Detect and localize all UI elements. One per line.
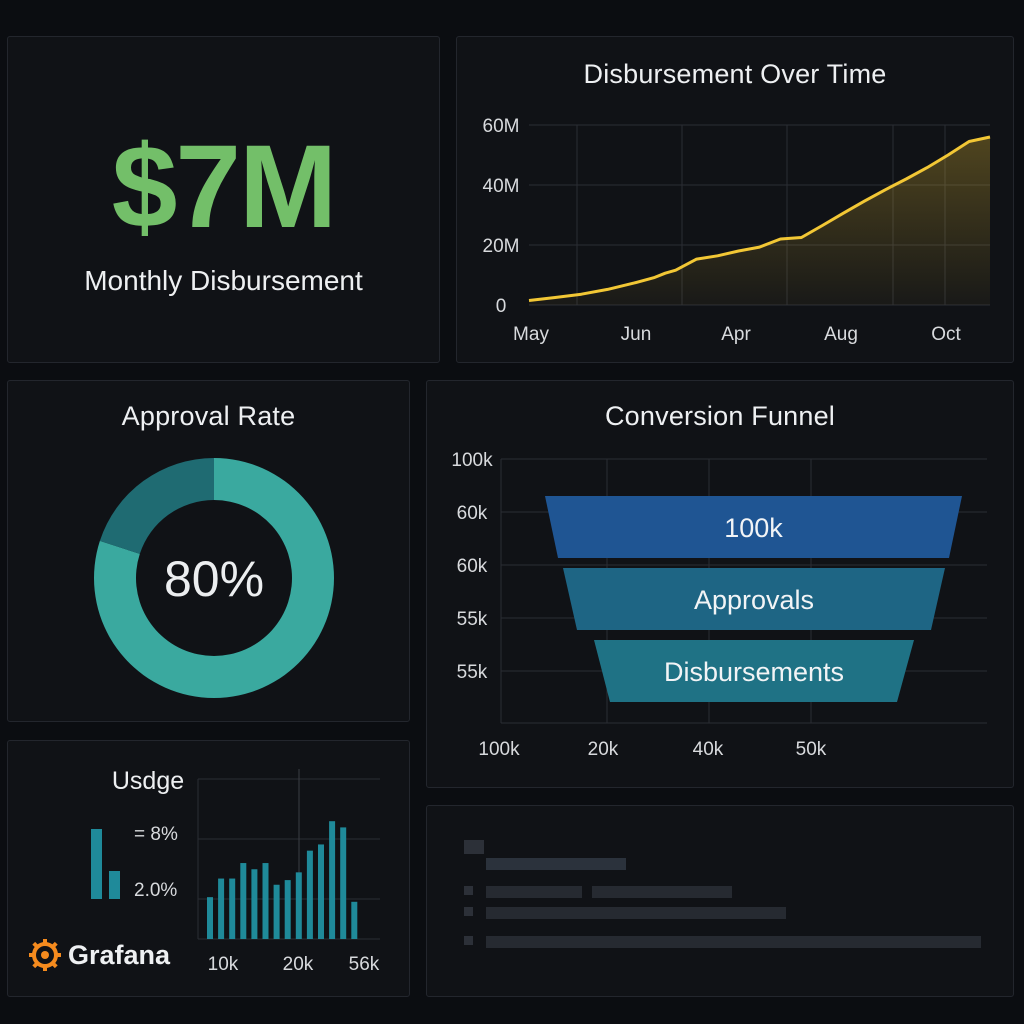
x-tick-label: 40k (693, 739, 724, 760)
funnel-stage-label: Approvals (694, 585, 814, 615)
approval-rate-panel[interactable]: Approval Rate 80% (7, 380, 410, 722)
logs-panel[interactable] (426, 805, 1014, 997)
y-tick-label: 100k (451, 450, 493, 471)
usage-bar (351, 901, 358, 939)
mini-bar (91, 829, 102, 899)
usage-bar (329, 821, 336, 939)
grafana-logo-icon (29, 939, 61, 971)
log-line-bar (592, 886, 732, 898)
logs-list (464, 840, 981, 948)
usage-bar (262, 863, 269, 939)
y-tick-label: 40M (483, 176, 520, 197)
funnel-stage-label: Disbursements (664, 657, 844, 687)
x-tick-label: 56k (349, 954, 380, 975)
usage-bar (306, 850, 313, 939)
x-tick-label: Apr (721, 324, 751, 345)
legend-value: 2.0% (134, 880, 177, 901)
x-tick-label: May (513, 324, 549, 345)
stat-panel[interactable]: $7M Monthly Disbursement (7, 36, 440, 363)
y-tick-label: 60M (483, 116, 520, 137)
y-tick-label: 60k (457, 556, 488, 577)
x-tick-label: 10k (208, 954, 239, 975)
grafana-brand[interactable]: Grafana (28, 938, 170, 972)
log-line-bar (486, 936, 981, 948)
stat-label: Monthly Disbursement (84, 265, 363, 296)
donut-slice (99, 458, 214, 554)
mini-bar (109, 871, 120, 899)
y-tick-label: 60k (457, 503, 488, 524)
usage-bar (251, 869, 258, 939)
panel-title: Usdge (112, 767, 184, 795)
log-bullet (464, 907, 473, 916)
log-bullet (464, 840, 484, 854)
donut-chart: 80% (94, 458, 335, 698)
y-tick-label: 55k (457, 662, 488, 683)
log-line-bar (486, 886, 582, 898)
approval-value: 80% (164, 551, 264, 607)
usage-bar (273, 884, 280, 939)
usage-bar (218, 878, 225, 939)
disbursement-over-time-panel[interactable]: Disbursement Over Time 0 20M 40M 60M May Jun A… (456, 36, 1014, 363)
stat-value: $7M (111, 121, 338, 253)
log-bullet (464, 886, 473, 895)
legend-value: = 8% (134, 824, 178, 845)
y-tick-label: 55k (457, 609, 488, 630)
funnel-stage-label: 100k (724, 513, 783, 543)
usage-bar (207, 897, 213, 939)
x-tick-label: 100k (478, 739, 520, 760)
usage-bar (229, 878, 236, 939)
x-tick-label: Aug (824, 324, 858, 345)
x-tick-label: 50k (796, 739, 827, 760)
usage-bar (295, 872, 302, 939)
x-tick-label: 20k (283, 954, 314, 975)
usage-bar (340, 827, 347, 939)
log-line-bar (486, 858, 626, 870)
conversion-funnel-panel[interactable]: Conversion Funnel 100k 60k 60k 55k 55k 100k 20… (426, 380, 1014, 788)
x-tick-label: 20k (588, 739, 619, 760)
usage-bar (318, 844, 324, 939)
x-tick-label: Jun (621, 324, 652, 345)
usage-bar (240, 863, 247, 939)
line-chart: 0 20M 40M 60M May Jun Apr Aug Oct (483, 116, 991, 345)
y-tick-label: 0 (496, 296, 507, 317)
funnel-chart: 100k 60k 60k 55k 55k 100k 20k 40k 50k 100k Approva… (451, 450, 987, 760)
brand-name: Grafana (68, 939, 171, 970)
area-fill (529, 137, 990, 305)
usage-bar (284, 880, 291, 939)
log-bullet (464, 936, 473, 945)
log-line-bar (486, 907, 786, 919)
y-tick-label: 20M (483, 236, 520, 257)
x-tick-label: Oct (931, 324, 961, 345)
